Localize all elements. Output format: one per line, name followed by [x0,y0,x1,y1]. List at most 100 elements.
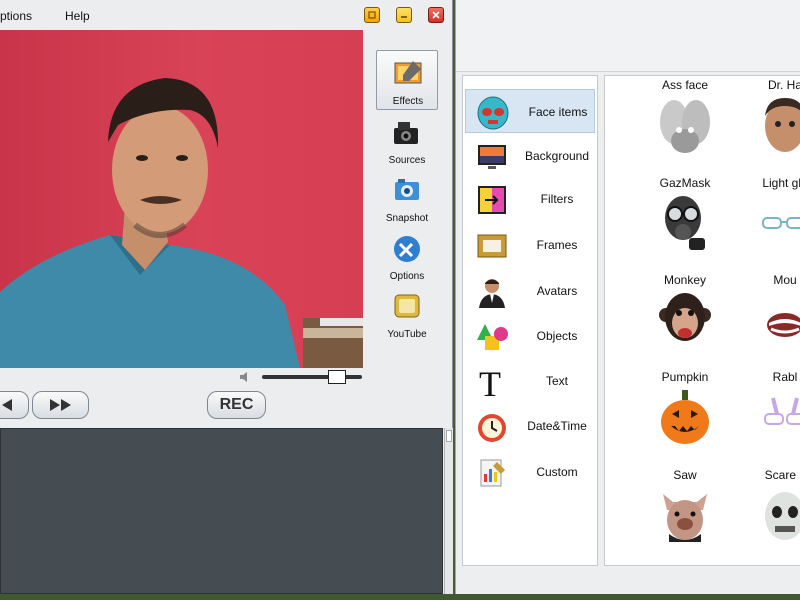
category-objects[interactable]: Objects [465,314,595,358]
category-label: Text [545,374,568,388]
text-icon: T [479,365,501,399]
tool-youtube[interactable]: YouTube [376,284,438,344]
face-item-gazmask[interactable]: GazMask [635,176,735,271]
custom-icon [480,459,505,487]
volume-slider-thumb[interactable] [328,370,346,384]
face-item-monkey[interactable]: Monkey [635,273,735,368]
desktop-background [0,594,800,600]
category-avatars[interactable]: Avatars [465,269,595,313]
category-label: Objects [536,329,578,343]
next-button[interactable] [32,391,89,419]
close-button[interactable] [428,7,444,23]
main-window: ptions Help Effects Sources Snapshot Opt… [0,0,453,600]
gas-mask-icon [665,196,705,250]
webcam-preview [0,30,363,368]
face-item-ass-face[interactable]: Ass face [635,78,735,173]
mask-icon [477,96,509,130]
face-item-scare[interactable]: Scare s [735,468,800,563]
tool-label: YouTube [387,329,427,340]
face-item-dr-house[interactable]: Dr. Ha [735,78,800,173]
record-button[interactable]: REC [207,391,266,419]
minimize-button[interactable] [396,7,412,23]
category-label: Date&Time [527,419,587,433]
face-item-saw[interactable]: Saw [635,468,735,563]
menu-options[interactable]: ptions [0,9,32,23]
category-label: Background [524,149,590,163]
category-label: Frames [536,238,578,252]
effects-window: Face items Background Filters Frames Ava… [455,0,800,600]
tool-label: Effects [392,96,424,107]
tool-label: Snapshot [385,213,429,224]
category-label: Custom [536,465,578,479]
volume-slider[interactable] [262,375,362,379]
tool-label: Options [389,271,425,282]
face-item-pumpkin[interactable]: Pumpkin [635,370,735,465]
category-label: Avatars [536,284,578,298]
face-items-grid: Ass face Dr. Ha GazMask Light gla [604,75,800,566]
tool-sources[interactable]: Sources [376,110,438,170]
menu-bar: ptions Help [0,5,360,29]
light-glasses-icon [762,217,800,229]
clock-icon [478,414,506,442]
scrollbar[interactable] [444,428,453,594]
face-item-label: Mou [773,273,797,287]
minimize-icon [401,16,407,18]
category-text[interactable]: T Text [465,359,595,403]
face-item-label: Ass face [661,78,709,92]
category-filters[interactable]: Filters [465,177,595,221]
restore-button[interactable] [364,7,380,23]
tv-icon [394,294,420,318]
category-frames[interactable]: Frames [465,223,595,267]
fast-forward-icon [50,399,71,411]
category-label: Face items [528,105,588,119]
scare-icon [765,492,800,540]
scrollbar-thumb[interactable] [446,430,452,442]
tool-options[interactable]: Options [376,226,438,286]
ass-face-icon [660,100,710,153]
face-item-rabbit[interactable]: Rabl [735,370,800,465]
objects-icon [477,324,508,350]
svg-text:T: T [479,365,501,399]
background-icon [478,145,506,169]
face-item-label: Monkey [663,273,707,287]
menu-help[interactable]: Help [65,9,90,23]
rabbit-glasses-icon [764,397,800,425]
category-list: Face items Background Filters Frames Ava… [462,75,598,566]
person-video-frame [0,78,363,368]
previous-icon [2,399,12,411]
effects-icon [394,61,422,84]
category-face-items[interactable]: Face items [465,89,595,133]
face-item-label: Pumpkin [661,370,709,384]
camera-icon [394,122,418,144]
tool-snapshot[interactable]: Snapshot [376,168,438,228]
tool-effects[interactable]: Effects [376,50,438,110]
dr-house-icon [765,98,800,152]
pumpkin-icon [661,390,709,444]
previous-button[interactable] [0,391,29,419]
filters-icon [478,186,506,214]
category-label: Filters [540,192,574,206]
snapshot-icon [395,179,419,200]
face-item-mouth[interactable]: Mou [735,273,800,368]
output-panel [0,428,443,594]
restore-icon [368,11,376,19]
face-item-label: GazMask [659,176,711,190]
face-item-label: Rabl [772,370,798,384]
monkey-icon [659,293,711,341]
face-item-label: Scare s [764,468,800,482]
options-icon [394,236,420,262]
category-date-time[interactable]: Date&Time [465,404,595,448]
face-item-label: Light gla [762,176,800,190]
avatar-icon [479,279,505,308]
frame-icon [477,234,507,258]
close-icon [432,11,440,19]
effects-header [456,0,800,72]
volume-icon [240,372,247,382]
category-background[interactable]: Background [465,134,595,178]
face-item-label: Saw [673,468,697,482]
face-item-light-glasses[interactable]: Light gla [735,176,800,271]
mouth-icon [767,313,800,337]
category-custom[interactable]: Custom [465,450,595,494]
tool-label: Sources [388,155,426,166]
face-item-label: Dr. Ha [767,78,800,92]
